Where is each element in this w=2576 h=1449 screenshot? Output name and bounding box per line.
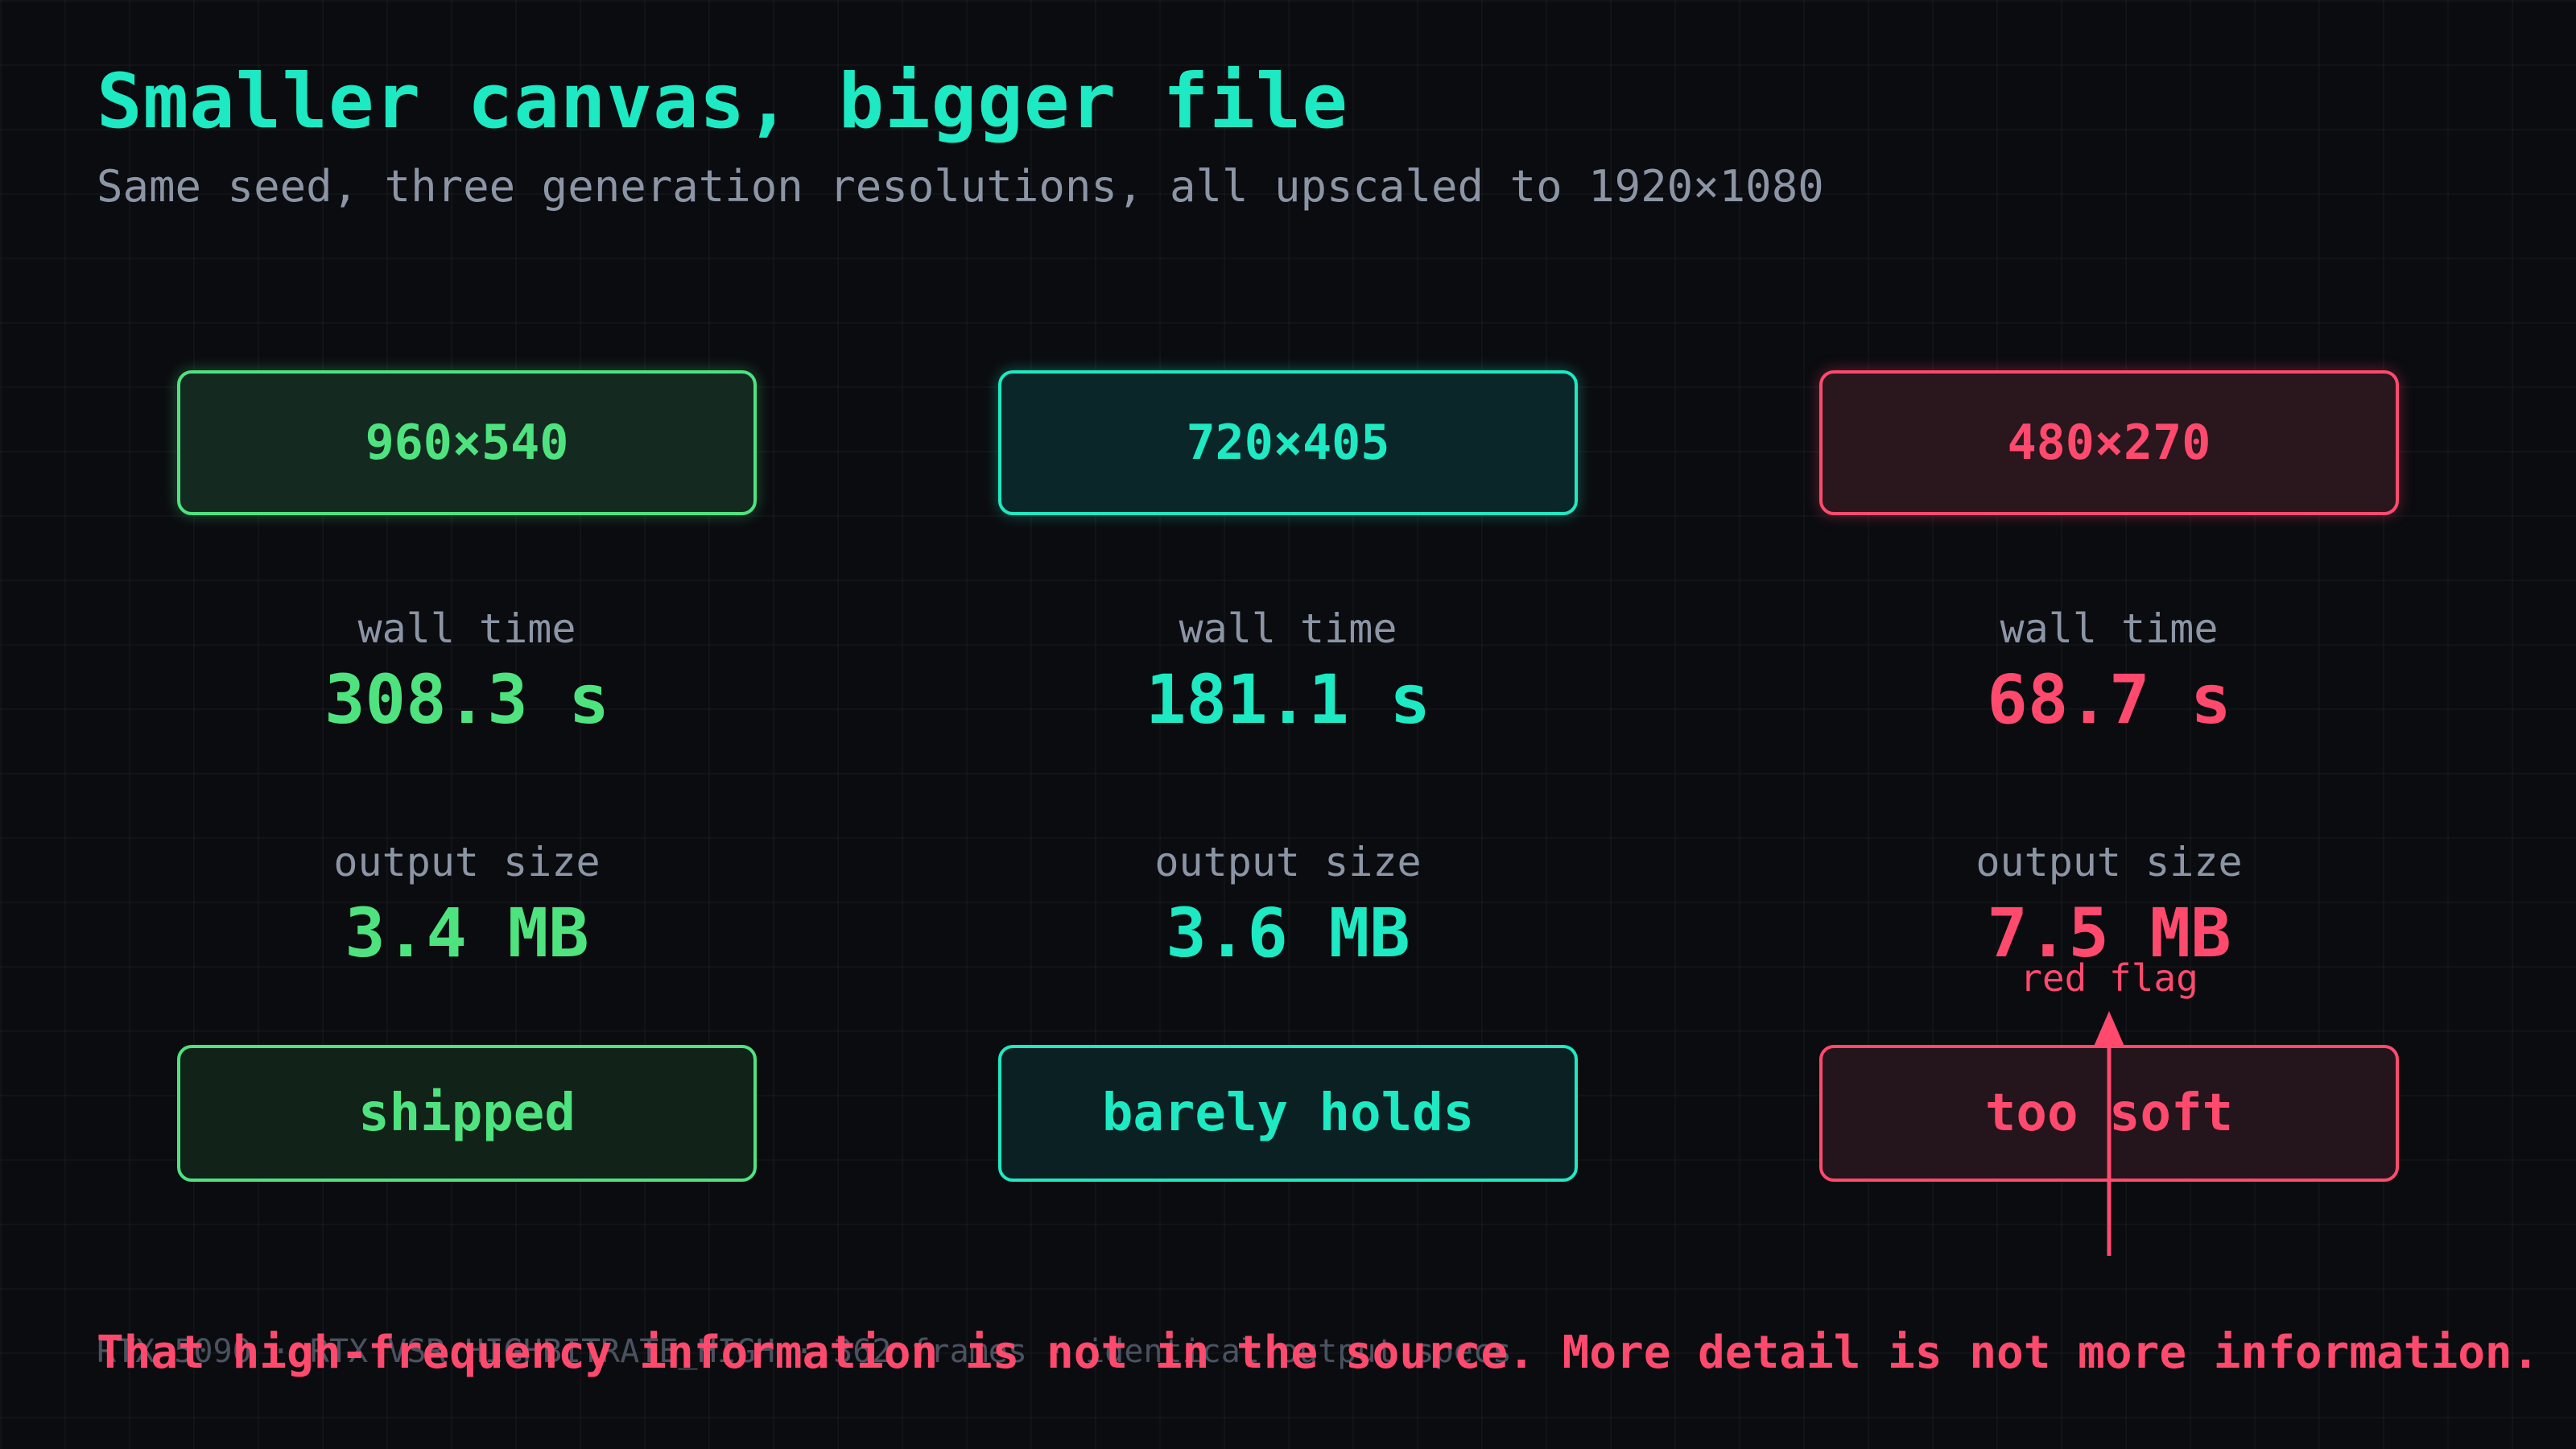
resolution-box: 480×270 — [1819, 370, 2399, 515]
column-720x405: 720×405 wall time 181.1 s output size 3.… — [998, 0, 1578, 1449]
resolution-box: 720×405 — [998, 370, 1578, 515]
wall-time-value: 181.1 s — [1145, 660, 1430, 739]
column-960x540: 960×540 wall time 308.3 s output size 3.… — [177, 0, 757, 1449]
verdict-box: shipped — [177, 1045, 757, 1182]
output-size-label: output size — [1154, 839, 1422, 886]
verdict-box: barely holds — [998, 1045, 1578, 1182]
output-size-value: 3.4 MB — [345, 894, 589, 972]
column-480x270: 480×270 wall time 68.7 s output size 7.5… — [1819, 0, 2399, 1449]
red-flag-label: red flag — [2020, 956, 2198, 1000]
wall-time-label: wall time — [1179, 605, 1397, 652]
wall-time-value: 68.7 s — [1987, 660, 2231, 739]
wall-time-value: 308.3 s — [324, 660, 609, 739]
wall-time-label: wall time — [2000, 605, 2219, 652]
punchline-text: That high-frequency information is not i… — [97, 1327, 2540, 1379]
output-size-value: 3.6 MB — [1166, 894, 1410, 972]
output-size-label: output size — [1975, 839, 2243, 886]
output-size-label: output size — [333, 839, 601, 886]
verdict-box: too soft — [1819, 1045, 2399, 1182]
resolution-box: 960×540 — [177, 370, 757, 515]
wall-time-label: wall time — [357, 605, 576, 652]
